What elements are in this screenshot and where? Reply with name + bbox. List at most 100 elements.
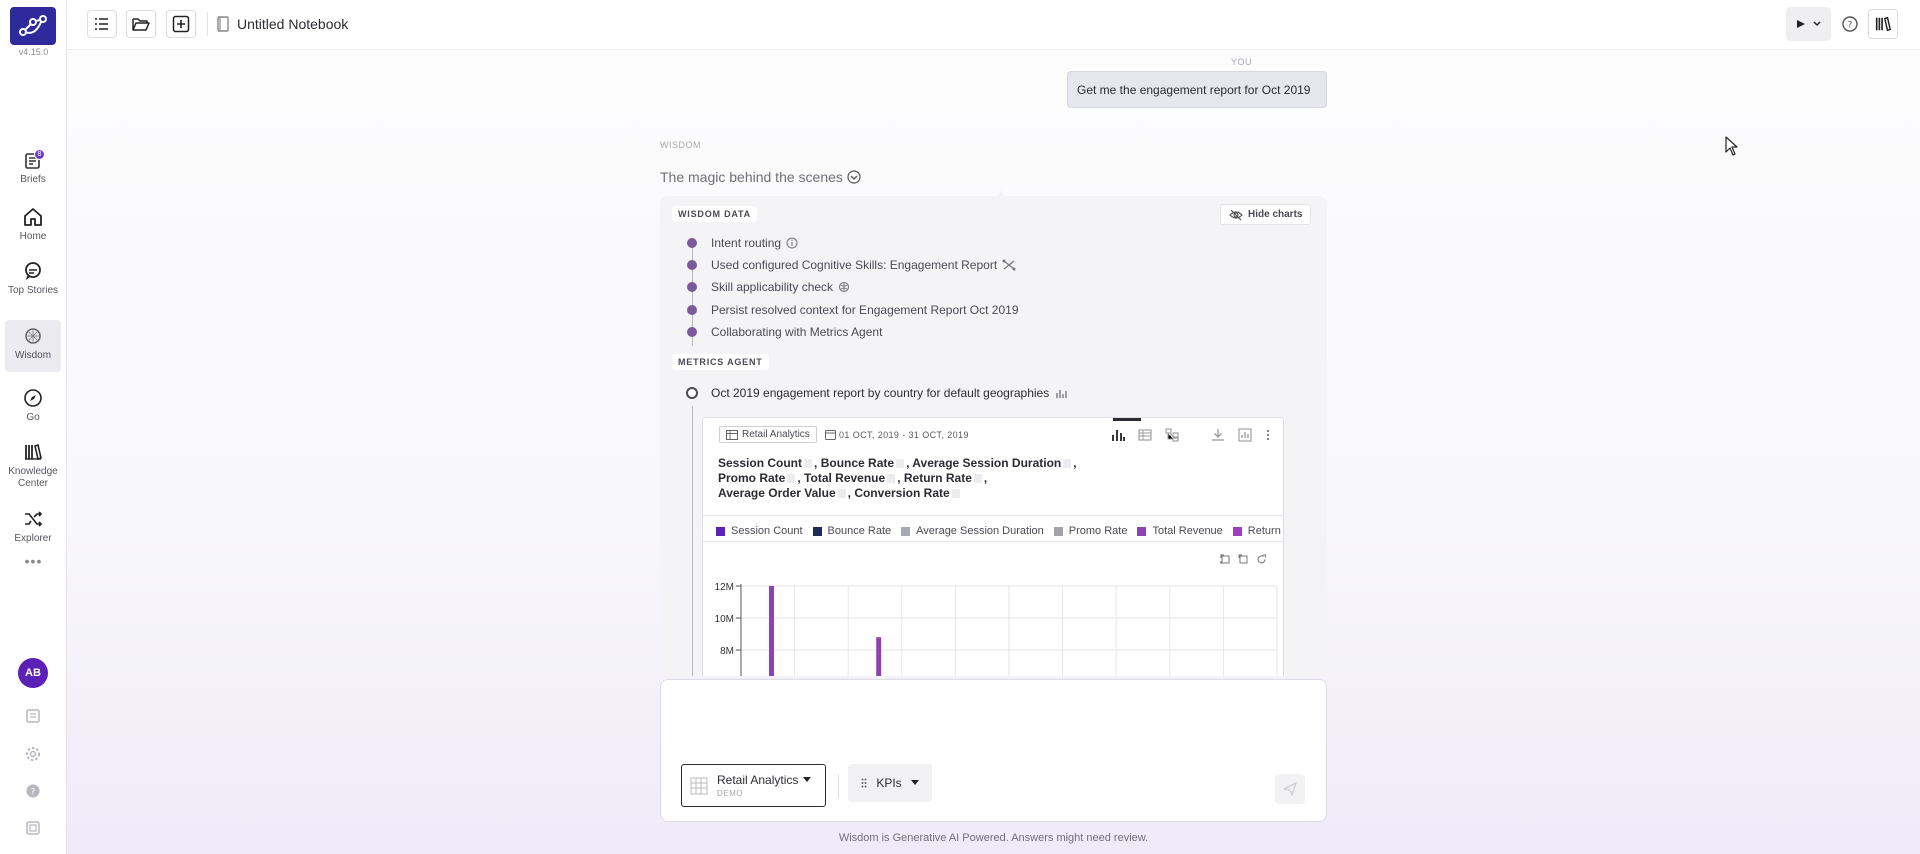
send-button[interactable] (1275, 774, 1305, 804)
gear-icon[interactable] (23, 744, 43, 764)
y-tick-label: 10M (715, 614, 734, 625)
add-to-report-icon[interactable] (1238, 428, 1252, 442)
dataset-chip-label: Retail Analytics (742, 429, 810, 440)
y-tick-label: 12M (715, 582, 734, 593)
bar-chart-plot: 12M 10M 8M (715, 582, 1278, 676)
list-icon (95, 18, 108, 30)
grid-icon (690, 777, 708, 794)
comma: , (897, 471, 901, 485)
app-version: v4.15.0 (18, 47, 49, 57)
help-button[interactable]: ? (1841, 15, 1859, 38)
zoom-reset-icon[interactable] (1238, 554, 1249, 565)
measure-tag-icon (896, 459, 905, 469)
step-ring (686, 387, 698, 399)
legend-swatch (1053, 526, 1063, 536)
sidebar-item-label: Top Stories (7, 285, 59, 296)
open-button[interactable] (126, 10, 156, 38)
more-vertical-icon[interactable] (1265, 428, 1271, 442)
sidebar-item-label: Go (26, 412, 40, 423)
svg-text:?: ? (31, 788, 36, 798)
mouse-cursor-icon (1725, 136, 1738, 156)
measure-tag-icon (1063, 459, 1072, 469)
step-collaborating: Collaborating with Metrics Agent (687, 324, 882, 340)
divider (703, 515, 1283, 516)
send-icon (1283, 782, 1297, 796)
kpi-dropdown[interactable]: KPIs (848, 764, 932, 802)
legend-item[interactable]: Average Session Duration (901, 525, 1044, 537)
zoom-in-icon[interactable] (1220, 554, 1231, 565)
drag-handle-icon (861, 778, 867, 788)
active-view-indicator (1113, 418, 1141, 421)
svg-text:?: ? (1848, 21, 1853, 31)
measure-name: Average Order Value (718, 486, 836, 500)
sidebar-item-home[interactable]: Home (5, 201, 61, 243)
question-bubble-icon: ? (1842, 16, 1858, 32)
download-icon[interactable] (1211, 428, 1225, 442)
comma: , (847, 486, 851, 500)
outline-button[interactable] (87, 10, 117, 38)
sidebar-item-wisdom[interactable]: Wisdom (5, 320, 61, 372)
dataset-select[interactable]: Retail Analytics DEMO (681, 764, 826, 807)
measure-name: Total Revenue (804, 471, 886, 485)
measure-name: Return Rate (903, 471, 972, 485)
eye-off-icon (1229, 209, 1243, 220)
dataset-chip[interactable]: Retail Analytics (719, 426, 817, 443)
user-message: Get me the engagement report for Oct 201… (1067, 71, 1327, 108)
zoom-controls (1220, 554, 1267, 565)
date-range[interactable]: 01 OCT, 2019 - 31 OCT, 2019 (825, 429, 969, 440)
library-icon (1875, 16, 1892, 32)
top-bar: Untitled Notebook ? (67, 0, 1920, 50)
step-label: Persist resolved context for Engagement … (711, 303, 1019, 317)
legend-label: Bounce Rate (827, 525, 892, 537)
app-logo[interactable] (10, 7, 56, 45)
help-icon[interactable]: ? (23, 781, 43, 801)
wisdom-icon (25, 328, 41, 344)
bar-chart-icon[interactable] (1111, 428, 1125, 442)
measure-name: Average Session Duration (912, 456, 1062, 470)
legend-item[interactable]: Bounce Rate (812, 525, 892, 537)
metrics-agent-tag: METRICS AGENT (672, 354, 769, 370)
legend-label: Session Count (731, 525, 803, 537)
sidebar-item-explorer[interactable]: Explorer (5, 503, 61, 545)
bar (876, 637, 882, 676)
step-label: Used configured Cognitive Skills: Engage… (711, 258, 998, 272)
logout-icon[interactable] (23, 818, 43, 838)
comma: , (906, 456, 910, 470)
measure-tag-icon (787, 474, 796, 484)
composer-divider (838, 774, 839, 798)
legend-item[interactable]: Promo Rate (1053, 525, 1127, 537)
notes-icon[interactable] (23, 706, 43, 726)
run-button[interactable] (1786, 7, 1831, 41)
sidebar-item-top-stories[interactable]: Top Stories (5, 255, 61, 297)
composer[interactable]: Retail Analytics DEMO KPIs (660, 679, 1327, 822)
pivot-icon[interactable] (1165, 428, 1179, 442)
plus-square-icon (172, 15, 190, 33)
legend-item[interactable]: Total Revenue (1137, 525, 1223, 537)
caret-down-icon (803, 777, 812, 782)
hide-charts-button[interactable]: Hide charts (1220, 204, 1312, 225)
sidebar-item-knowledge-center[interactable]: Knowledge Center (5, 436, 61, 490)
avatar[interactable]: AB (18, 658, 48, 688)
legend-swatch (1137, 526, 1147, 536)
chart-toolbar (1111, 428, 1271, 442)
legend-label: Return (1247, 525, 1281, 537)
table-icon (726, 429, 738, 440)
comma: , (814, 456, 818, 470)
refresh-icon[interactable] (1256, 554, 1267, 565)
measures-row: Session Count, Bounce Rate, Average Sess… (718, 456, 1238, 471)
more-icon[interactable]: ••• (0, 553, 67, 569)
sidebar-item-go[interactable]: Go (5, 382, 61, 424)
caret-down-icon (910, 780, 919, 785)
table-view-icon[interactable] (1138, 428, 1152, 442)
notebook-title[interactable]: Untitled Notebook (237, 16, 348, 32)
sidebar-item-briefs[interactable]: Briefs (5, 146, 61, 186)
legend-item[interactable]: Session Count (716, 525, 803, 537)
legend-label: Total Revenue (1152, 525, 1223, 537)
library-button[interactable] (1868, 9, 1898, 39)
info-icon[interactable] (786, 237, 798, 249)
measure-tag-icon (804, 459, 813, 469)
legend-item[interactable]: Return (1232, 525, 1281, 537)
magic-toggle[interactable]: The magic behind the scenes (660, 169, 861, 185)
new-button[interactable] (166, 10, 196, 38)
measures-list: Session Count, Bounce Rate, Average Sess… (718, 456, 1238, 501)
